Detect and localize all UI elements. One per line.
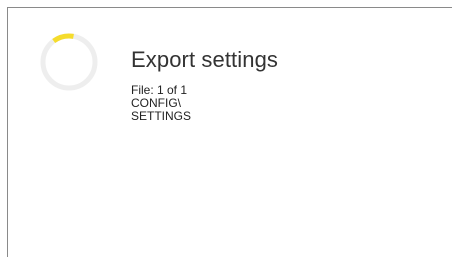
loading-spinner-icon (40, 33, 98, 91)
export-status: Export settings File: 1 of 1 CONFIG\ SET… (131, 46, 278, 123)
spinner-arc (52, 33, 74, 44)
spinner-track (40, 33, 98, 91)
file-path-line-2: SETTINGS (131, 109, 192, 123)
dialog-title: Export settings (131, 47, 279, 72)
export-progress-dialog: Export settings File: 1 of 1 CONFIG\ SET… (7, 7, 452, 257)
